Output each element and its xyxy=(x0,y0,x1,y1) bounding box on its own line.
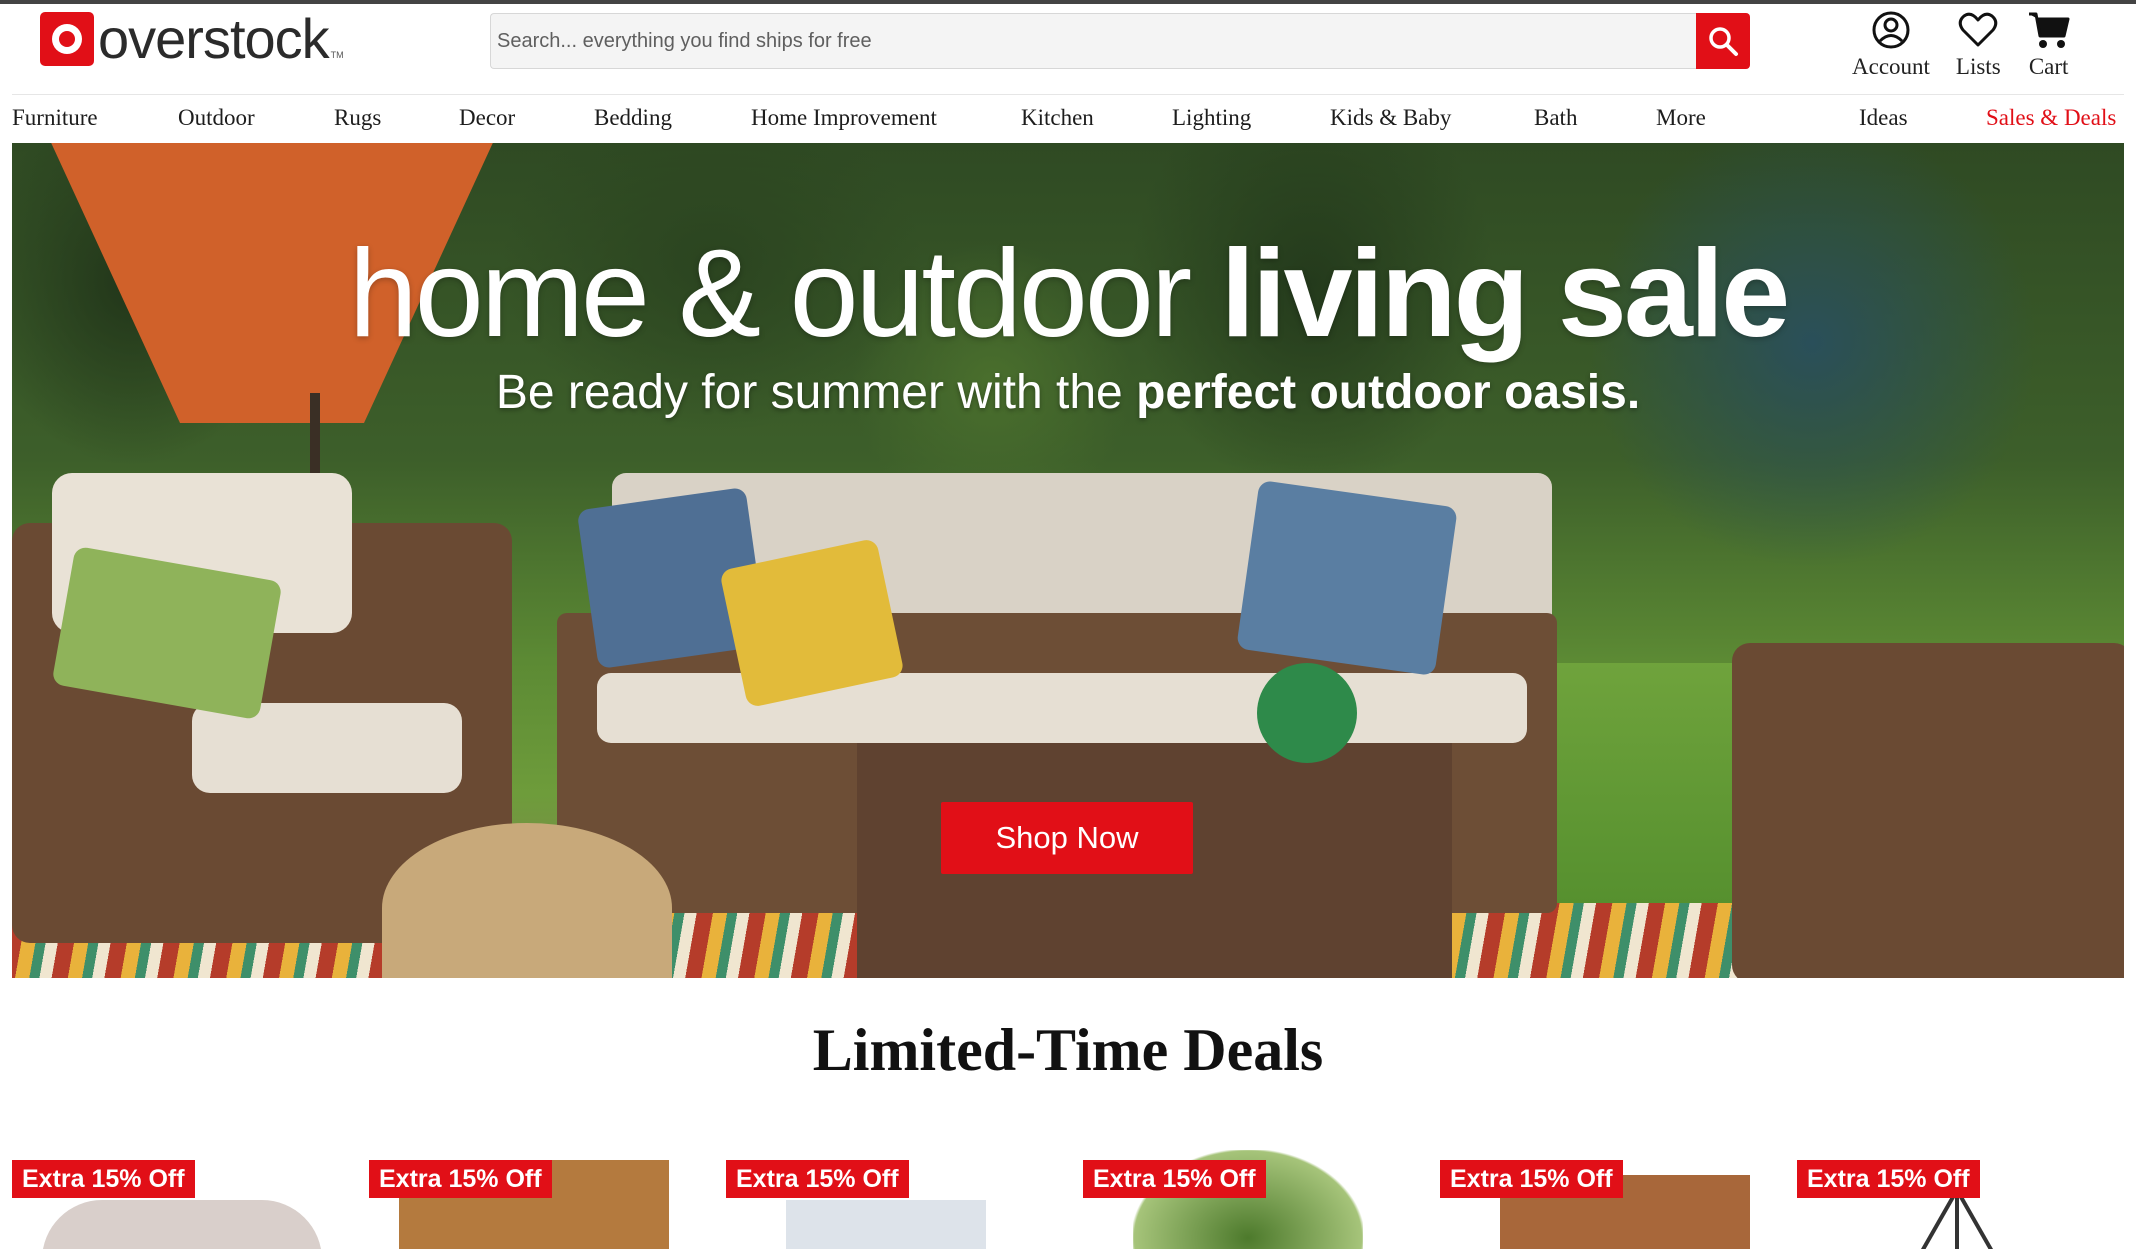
trademark-mark: TM xyxy=(330,50,344,60)
hero-subtitle-bold: perfect outdoor oasis. xyxy=(1136,366,1641,419)
overstock-logo-mark xyxy=(40,12,94,66)
overstock-logo[interactable]: overstock TM xyxy=(40,7,344,70)
hero-banner[interactable]: home & outdoor living sale Be ready for … xyxy=(12,143,2124,978)
hero-title: home & outdoor living sale xyxy=(12,223,2124,365)
nav-item-kitchen[interactable]: Kitchen xyxy=(1021,105,1094,131)
nav-item-rugs[interactable]: Rugs xyxy=(334,105,381,131)
nav-item-more[interactable]: More xyxy=(1656,105,1706,131)
logo-wordmark: overstock xyxy=(98,7,330,70)
cart-label: Cart xyxy=(2028,54,2069,79)
hero-subtitle: Be ready for summer with the perfect out… xyxy=(12,365,2124,420)
category-nav: Furniture Outdoor Rugs Decor Bedding Hom… xyxy=(12,94,2124,143)
nav-item-ideas[interactable]: Ideas xyxy=(1859,105,1908,131)
search-icon xyxy=(1709,27,1738,56)
hero-subtitle-light: Be ready for summer with the xyxy=(495,366,1123,419)
account-icon xyxy=(1872,11,1910,49)
account-label: Account xyxy=(1852,54,1930,79)
product-image-sofa xyxy=(42,1200,322,1249)
deal-card[interactable]: Extra 15% Off xyxy=(369,1130,699,1249)
deal-card[interactable]: Extra 15% Off xyxy=(1440,1130,1770,1249)
nav-item-furniture[interactable]: Furniture xyxy=(12,105,98,131)
wicker-chair-right xyxy=(1732,643,2124,978)
account-button[interactable]: Account xyxy=(1852,8,1930,80)
lists-button[interactable]: Lists xyxy=(1956,8,2001,80)
nav-item-decor[interactable]: Decor xyxy=(459,105,515,131)
green-vase xyxy=(1257,663,1357,763)
nav-item-bath[interactable]: Bath xyxy=(1534,105,1577,131)
nav-item-lighting[interactable]: Lighting xyxy=(1172,105,1251,131)
cart-button[interactable]: Cart xyxy=(2027,8,2071,80)
discount-badge: Extra 15% Off xyxy=(726,1160,909,1198)
nav-item-sales-deals[interactable]: Sales & Deals xyxy=(1986,105,2116,131)
discount-badge: Extra 15% Off xyxy=(12,1160,195,1198)
top-border xyxy=(0,0,2136,4)
deals-section-title: Limited-Time Deals xyxy=(812,1017,1324,1083)
search-bar xyxy=(490,13,1750,69)
heart-icon xyxy=(1959,12,1998,47)
cart-icon xyxy=(2028,12,2070,48)
product-image-bedding xyxy=(786,1200,986,1249)
chair-seat-cushion xyxy=(192,703,462,793)
search-button[interactable] xyxy=(1696,13,1750,69)
deal-card[interactable]: Extra 15% Off xyxy=(12,1130,342,1249)
floral-pillow-right xyxy=(1236,479,1458,677)
search-input[interactable] xyxy=(490,13,1696,69)
discount-badge: Extra 15% Off xyxy=(1083,1160,1266,1198)
nav-item-bedding[interactable]: Bedding xyxy=(594,105,672,131)
sofa-seat-cushions xyxy=(597,673,1527,743)
hero-title-bold: living sale xyxy=(1220,225,1791,363)
nav-item-outdoor[interactable]: Outdoor xyxy=(178,105,255,131)
discount-badge: Extra 15% Off xyxy=(1797,1160,1980,1198)
shop-now-button[interactable]: Shop Now xyxy=(941,802,1193,874)
nav-item-kids-baby[interactable]: Kids & Baby xyxy=(1330,105,1451,131)
deal-card[interactable]: Extra 15% Off xyxy=(1083,1130,1413,1249)
nav-item-home-improvement[interactable]: Home Improvement xyxy=(751,105,937,131)
deal-card[interactable]: Extra 15% Off xyxy=(726,1130,1056,1249)
deal-card[interactable]: Extra 15% Off xyxy=(1797,1130,2127,1249)
header-actions: Account Lists Cart xyxy=(1852,8,2097,80)
discount-badge: Extra 15% Off xyxy=(1440,1160,1623,1198)
discount-badge: Extra 15% Off xyxy=(369,1160,552,1198)
lists-label: Lists xyxy=(1955,54,2001,79)
hero-title-light: home & outdoor xyxy=(348,225,1192,363)
